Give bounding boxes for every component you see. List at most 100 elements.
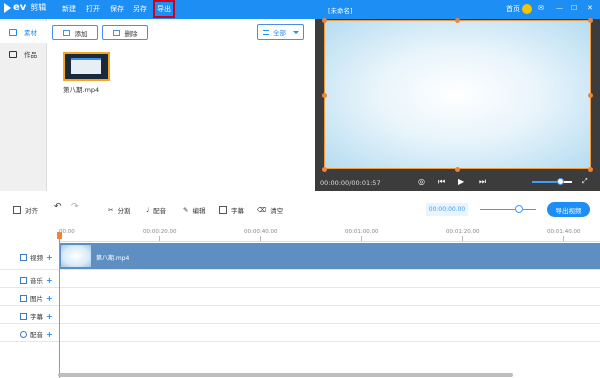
timeline-ruler[interactable] [59, 225, 600, 242]
add-dub-icon[interactable]: + [46, 330, 53, 339]
mic-icon [20, 330, 27, 338]
menu-export[interactable]: 导出 [153, 0, 175, 18]
maximize-icon[interactable]: ☐ [571, 4, 577, 12]
menu-open[interactable]: 打开 [86, 4, 100, 14]
align-tool[interactable]: 对齐 [13, 205, 38, 215]
dub-tool[interactable]: ♩ 配音 [146, 205, 166, 215]
subtitle-icon [20, 312, 27, 320]
list-icon [263, 29, 269, 35]
media-item-name: 第八期.mp4 [63, 86, 100, 94]
current-time-display: 00:00:00.00 [426, 203, 468, 216]
video-clip[interactable] [59, 243, 600, 269]
track-dub-label: 配音 [30, 331, 43, 339]
ruler-tick-label: 00:00:40.00 [244, 229, 278, 235]
align-label: 对齐 [25, 207, 38, 215]
folder-add-icon [62, 29, 70, 36]
add-music-icon[interactable]: + [46, 276, 53, 285]
logo-subtitle: 剪辑 [30, 3, 47, 12]
play-icon[interactable]: ▶ [458, 177, 464, 186]
add-image-icon[interactable]: + [46, 294, 53, 303]
tab-works[interactable]: 作品 [0, 43, 47, 65]
menu-new[interactable]: 新建 [62, 4, 76, 14]
zoom-slider[interactable] [480, 209, 536, 210]
chevron-down-icon [293, 31, 299, 34]
left-tab-bar: 素材 作品 [0, 19, 47, 191]
undo-icon[interactable]: ↶ [54, 202, 62, 212]
next-frame-icon[interactable]: ⏭ [479, 177, 486, 187]
image-icon [20, 294, 27, 302]
ruler-tick [361, 236, 362, 241]
subtitle-label: 字幕 [231, 207, 244, 215]
ruler-tick [462, 236, 463, 241]
volume-fill [532, 181, 560, 183]
add-video-icon[interactable]: + [46, 253, 53, 262]
home-link[interactable]: 首页 [506, 4, 520, 14]
edit-tool[interactable]: ✎ 编辑 [183, 205, 205, 215]
resize-handle-t[interactable] [455, 18, 460, 23]
window-title: [未命名] [328, 7, 353, 15]
grid-icon [9, 28, 17, 36]
video-icon [20, 253, 27, 261]
resize-handle-br[interactable] [588, 167, 593, 172]
app-logo: ev 剪辑 [4, 2, 46, 13]
add-button[interactable]: 添加 [52, 25, 98, 40]
pencil-icon: ✎ [183, 206, 189, 214]
minimize-icon[interactable]: — [556, 4, 563, 12]
add-subtitle-icon[interactable]: + [46, 312, 53, 321]
edit-label: 编辑 [192, 207, 206, 215]
ruler-tick-label: 00:00:20.00 [143, 229, 177, 235]
dub-label: 配音 [153, 207, 167, 215]
thumbnail-screen [71, 60, 101, 74]
zoom-knob[interactable] [515, 205, 524, 213]
filter-select[interactable]: 全部 [257, 24, 304, 40]
prev-frame-icon[interactable]: ⏮ [438, 177, 445, 187]
playback-timecode: 00:00:00/00:01:57 [320, 179, 381, 187]
clear-label: 清空 [270, 207, 284, 215]
track-subtitle: 字幕 + [20, 311, 53, 321]
ruler-tick [159, 236, 160, 241]
play-logo-icon [4, 2, 11, 13]
feedback-icon[interactable]: ✉ [538, 4, 544, 12]
media-thumbnail[interactable] [63, 52, 110, 81]
delete-button[interactable]: 删除 [102, 25, 148, 40]
split-tool[interactable]: ✂ 分割 [108, 205, 130, 215]
fullscreen-icon[interactable]: ⤢ [582, 177, 588, 186]
playhead-handle[interactable] [57, 232, 62, 239]
horizontal-scrollbar[interactable] [58, 373, 513, 377]
track-music: 音乐 + [20, 275, 53, 285]
menu-save[interactable]: 保存 [110, 4, 124, 14]
clip-name: 第八期.mp4 [96, 255, 130, 262]
trash-icon [112, 29, 120, 36]
playhead[interactable] [59, 232, 60, 378]
menu-save-as[interactable]: 另存 [133, 4, 147, 14]
clear-tool[interactable]: ⌫ 清空 [257, 205, 283, 215]
ruler-tick-label: 00:01:00.00 [345, 229, 379, 235]
resize-handle-bl[interactable] [322, 167, 327, 172]
scissors-icon: ✂ [108, 206, 114, 214]
tab-works-label: 作品 [24, 51, 37, 59]
snapshot-icon[interactable]: ◎ [418, 177, 425, 186]
resize-handle-l[interactable] [322, 93, 327, 98]
track-subtitle-label: 字幕 [30, 313, 43, 321]
music-icon [20, 276, 27, 284]
track-image: 图片 + [20, 293, 53, 303]
export-video-button[interactable]: 导出视频 [547, 202, 590, 217]
subtitle-tool[interactable]: 字幕 [219, 205, 244, 215]
ruler-tick-label: 00:01:40.00 [547, 229, 581, 235]
redo-icon[interactable]: ↷ [71, 202, 79, 212]
tab-materials[interactable]: 素材 [0, 21, 47, 43]
resize-handle-tl[interactable] [322, 18, 327, 23]
title-bar: ev 剪辑 新建 打开 保存 另存 导出 [未命名] 首页 ✉ — ☐ ✕ [0, 0, 600, 19]
track-music-label: 音乐 [30, 277, 43, 285]
coin-icon[interactable] [522, 4, 532, 14]
track-divider [0, 341, 600, 342]
preview-canvas[interactable] [324, 20, 591, 169]
close-icon[interactable]: ✕ [587, 4, 593, 12]
add-label: 添加 [74, 29, 88, 38]
volume-knob[interactable] [557, 178, 564, 185]
resize-handle-b[interactable] [455, 167, 460, 172]
mic-icon: ♩ [146, 206, 150, 214]
resize-handle-tr[interactable] [588, 18, 593, 23]
resize-handle-r[interactable] [588, 93, 593, 98]
track-divider [0, 305, 600, 306]
